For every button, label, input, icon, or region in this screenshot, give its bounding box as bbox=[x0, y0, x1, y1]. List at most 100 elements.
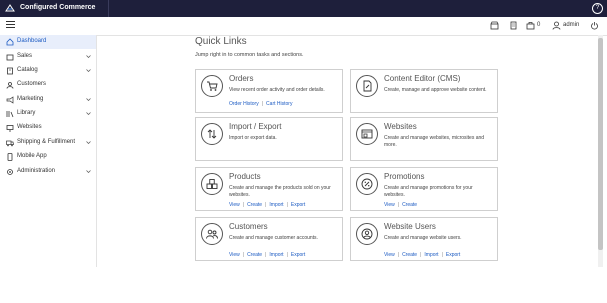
website-users-create-link[interactable]: Create bbox=[402, 252, 417, 258]
card-description: Create and manage customer accounts. bbox=[229, 235, 318, 241]
cart-icon[interactable] bbox=[526, 21, 535, 30]
users-icon bbox=[206, 229, 218, 239]
sidebar-item-mobile-app[interactable]: Mobile App bbox=[0, 150, 96, 164]
link-separator: | bbox=[441, 252, 443, 258]
gear-icon bbox=[7, 169, 13, 175]
brand[interactable]: Configured Commerce bbox=[0, 0, 109, 17]
cart-count: 0 bbox=[537, 22, 541, 28]
products-import-link[interactable]: Import bbox=[269, 202, 283, 208]
sub-header: 0 admin bbox=[0, 17, 607, 36]
discount-icon bbox=[361, 178, 373, 190]
website-users-import-link[interactable]: Import bbox=[424, 252, 438, 258]
products-create-link[interactable]: Create bbox=[247, 202, 262, 208]
user-icon[interactable] bbox=[552, 21, 561, 30]
card-description: View recent order activity and order det… bbox=[229, 87, 325, 93]
card-import-export[interactable]: Import / Export Import or export data. bbox=[195, 117, 343, 161]
promotions-view-link[interactable]: View bbox=[384, 202, 395, 208]
customers-create-link[interactable]: Create bbox=[247, 252, 262, 258]
link-separator: | bbox=[261, 101, 264, 107]
card-content-editor[interactable]: Content Editor (CMS) Create, manage and … bbox=[350, 69, 498, 113]
store-icon[interactable] bbox=[490, 21, 499, 30]
card-customers[interactable]: Customers Create and manage customer acc… bbox=[195, 217, 343, 261]
link-separator: | bbox=[397, 252, 400, 258]
card-description: Create and manage the products sold on y… bbox=[229, 185, 331, 198]
card-title: Promotions bbox=[384, 172, 425, 181]
card-title: Websites bbox=[384, 122, 417, 131]
card-icon-circle bbox=[356, 75, 378, 97]
card-title: Website Users bbox=[384, 222, 436, 231]
truck-icon bbox=[6, 140, 14, 147]
main-content: Quick Links Jump right in to common task… bbox=[97, 35, 607, 267]
cart-history-link[interactable]: Cart History bbox=[266, 101, 292, 107]
sidebar-item-library[interactable]: Library bbox=[0, 107, 96, 121]
card-promotions[interactable]: Promotions Create and manage promotions … bbox=[350, 167, 498, 211]
chevron-down-icon bbox=[86, 141, 91, 144]
browser-window-icon bbox=[361, 129, 373, 139]
card-title: Products bbox=[229, 172, 261, 181]
app-title: Configured Commerce bbox=[20, 4, 96, 11]
link-separator: | bbox=[397, 202, 400, 208]
user-name[interactable]: admin bbox=[563, 22, 579, 28]
monitor-icon bbox=[6, 125, 14, 132]
catalog-icon bbox=[7, 67, 13, 75]
card-icon-circle bbox=[201, 75, 223, 97]
customers-import-link[interactable]: Import bbox=[269, 252, 283, 258]
card-icon-circle bbox=[356, 173, 378, 195]
sidebar-item-label: Websites bbox=[17, 124, 42, 130]
promotions-create-link[interactable]: Create bbox=[402, 202, 417, 208]
card-orders[interactable]: Orders View recent order activity and or… bbox=[195, 69, 343, 113]
card-links: View | Create bbox=[384, 202, 417, 208]
card-products[interactable]: Products Create and manage the products … bbox=[195, 167, 343, 211]
sidebar-item-label: Dashboard bbox=[17, 38, 47, 44]
card-title: Orders bbox=[229, 74, 254, 83]
card-icon-circle bbox=[356, 223, 378, 245]
customers-view-link[interactable]: View bbox=[229, 252, 240, 258]
sidebar-item-shipping-fulfillment[interactable]: Shipping & Fulfillment bbox=[0, 136, 96, 150]
card-description: Create and manage websites, microsites a… bbox=[384, 135, 485, 148]
website-users-export-link[interactable]: Export bbox=[446, 252, 460, 258]
help-circle-icon[interactable]: ? bbox=[592, 3, 603, 14]
link-separator: | bbox=[242, 252, 245, 258]
card-description: Create, manage and approve website conte… bbox=[384, 87, 487, 93]
card-icon-circle bbox=[356, 123, 378, 145]
card-links: View | Create | Import | Export bbox=[229, 202, 305, 208]
boxes-icon bbox=[206, 179, 218, 189]
products-export-link[interactable]: Export bbox=[291, 202, 305, 208]
chevron-down-icon bbox=[86, 170, 91, 173]
sidebar-item-marketing[interactable]: Marketing bbox=[0, 93, 96, 107]
import-export-icon bbox=[207, 129, 217, 139]
megaphone-icon bbox=[6, 96, 14, 104]
page-title: Quick Links bbox=[195, 36, 247, 47]
vertical-scrollbar-thumb[interactable] bbox=[598, 38, 603, 250]
card-icon-circle bbox=[201, 173, 223, 195]
sidebar-item-catalog[interactable]: Catalog bbox=[0, 64, 96, 78]
power-icon[interactable] bbox=[590, 21, 599, 30]
sidebar-item-dashboard[interactable]: Dashboard bbox=[0, 35, 96, 49]
library-icon bbox=[6, 111, 14, 118]
sidebar-item-administration[interactable]: Administration bbox=[0, 165, 96, 179]
customers-icon bbox=[6, 82, 14, 89]
document-icon[interactable] bbox=[509, 21, 518, 30]
card-description: Create and manage website users. bbox=[384, 235, 462, 241]
card-website-users[interactable]: Website Users Create and manage website … bbox=[350, 217, 498, 261]
card-websites[interactable]: Websites Create and manage websites, mic… bbox=[350, 117, 498, 161]
document-edit-icon bbox=[363, 80, 372, 92]
customers-export-link[interactable]: Export bbox=[291, 252, 305, 258]
top-bar: Configured Commerce ? bbox=[0, 0, 607, 17]
menu-toggle-icon[interactable] bbox=[6, 21, 15, 30]
chevron-down-icon bbox=[86, 112, 91, 115]
card-description: Import or export data. bbox=[229, 135, 277, 141]
sidebar-item-sales[interactable]: Sales bbox=[0, 50, 96, 64]
order-history-link[interactable]: Order History bbox=[229, 101, 259, 107]
sidebar-item-customers[interactable]: Customers bbox=[0, 78, 96, 92]
products-view-link[interactable]: View bbox=[229, 202, 240, 208]
website-users-view-link[interactable]: View bbox=[384, 252, 395, 258]
sidebar-item-label: Administration bbox=[17, 168, 56, 174]
sidebar-item-websites[interactable]: Websites bbox=[0, 121, 96, 135]
sidebar-item-label: Sales bbox=[17, 53, 33, 59]
sidebar-item-label: Catalog bbox=[17, 67, 38, 73]
link-separator: | bbox=[265, 252, 267, 258]
link-separator: | bbox=[286, 252, 288, 258]
sidebar-item-label: Customers bbox=[17, 81, 47, 87]
card-icon-circle bbox=[201, 223, 223, 245]
